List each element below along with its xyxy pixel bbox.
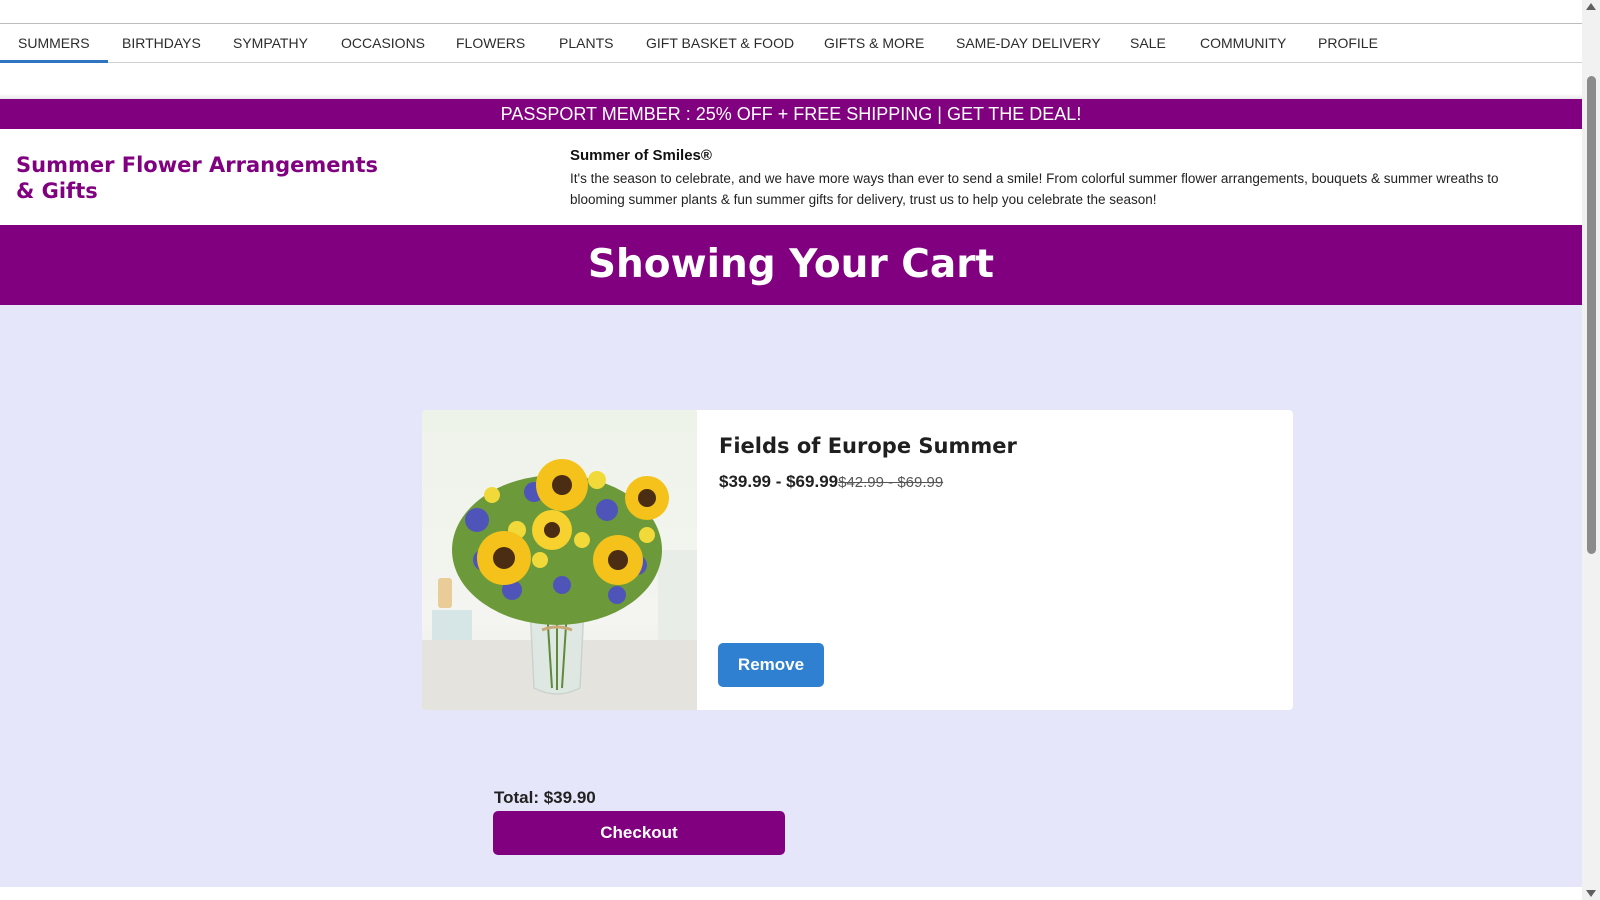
main-nav: SUMMERS BIRTHDAYS SYMPATHY OCCASIONS FLO… — [0, 24, 1582, 63]
scroll-up-arrow-icon[interactable] — [1586, 3, 1596, 10]
checkout-button[interactable]: Checkout — [493, 811, 785, 855]
nav-item-sale[interactable]: SALE — [1112, 24, 1184, 62]
nav-item-summers[interactable]: SUMMERS — [0, 24, 108, 63]
top-strip — [0, 0, 1582, 24]
cart-total: Total: $39.90 — [494, 788, 596, 807]
nav-item-gift-basket-food[interactable]: GIFT BASKET & FOOD — [628, 24, 812, 62]
cart-area: Fields of Europe Summer $39.99 - $69.99$… — [0, 305, 1582, 887]
nav-item-occasions[interactable]: OCCASIONS — [323, 24, 443, 62]
price-row: $39.99 - $69.99$42.99 - $69.99 — [719, 472, 943, 492]
nav-item-birthdays[interactable]: BIRTHDAYS — [104, 24, 219, 62]
intro-heading: Summer of Smiles® — [570, 147, 712, 164]
nav-item-plants[interactable]: PLANTS — [541, 24, 631, 62]
nav-item-same-day-delivery[interactable]: SAME-DAY DELIVERY — [938, 24, 1119, 62]
product-price: $39.99 - $69.99 — [719, 472, 839, 491]
nav-item-sympathy[interactable]: SYMPATHY — [215, 24, 326, 62]
promo-banner[interactable]: PASSPORT MEMBER : 25% OFF + FREE SHIPPIN… — [0, 99, 1582, 129]
product-name[interactable]: Fields of Europe Summer — [719, 434, 1017, 458]
remove-button[interactable]: Remove — [718, 643, 824, 687]
scroll-thumb[interactable] — [1587, 76, 1596, 554]
intro-description: It's the season to celebrate, and we hav… — [570, 171, 1499, 207]
scroll-down-arrow-icon[interactable] — [1586, 890, 1596, 897]
cart-banner-title: Showing Your Cart — [0, 225, 1582, 305]
page: SUMMERS BIRTHDAYS SYMPATHY OCCASIONS FLO… — [0, 0, 1582, 900]
nav-item-community[interactable]: COMMUNITY — [1182, 24, 1304, 62]
page-title: Summer Flower Arrangements & Gifts — [16, 153, 379, 203]
nav-item-gifts-more[interactable]: GIFTS & MORE — [806, 24, 942, 62]
nav-shadow — [0, 63, 1582, 99]
nav-item-profile[interactable]: PROFILE — [1300, 24, 1396, 62]
nav-item-flowers[interactable]: FLOWERS — [438, 24, 543, 62]
product-original-price: $42.99 - $69.99 — [838, 474, 944, 491]
product-image — [422, 410, 697, 710]
vertical-scrollbar[interactable] — [1582, 0, 1600, 900]
cart-item: Fields of Europe Summer $39.99 - $69.99$… — [422, 410, 1293, 710]
